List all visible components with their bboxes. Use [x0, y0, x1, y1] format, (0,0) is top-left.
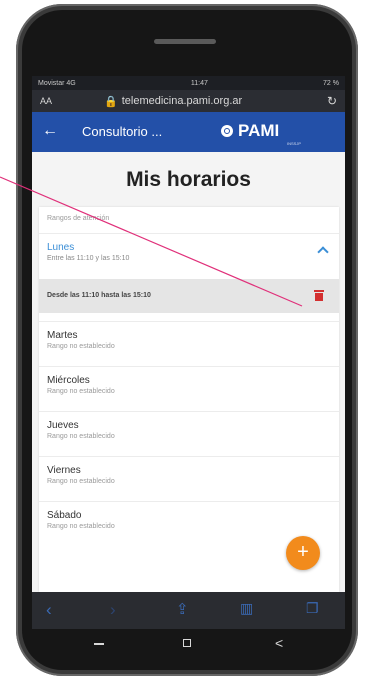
day-name: Martes [47, 330, 78, 341]
battery-text: 72 % [323, 79, 339, 87]
add-range-button[interactable]: + [286, 536, 320, 570]
day-item-martes[interactable]: Martes Rango no establecido [39, 321, 339, 363]
day-item-viernes[interactable]: Viernes Rango no establecido [39, 456, 339, 498]
day-name: Lunes [47, 242, 75, 253]
browser-toolbar: ‹ › ⇪ ▥ ❐ [32, 592, 345, 629]
day-subtitle: Rango no establecido [47, 523, 115, 530]
day-subtitle: Rango no establecido [47, 478, 115, 485]
pami-logo: PAMI [221, 121, 279, 141]
day-name: Viernes [47, 465, 81, 476]
android-nav-bar: < [0, 629, 372, 669]
header-title: Consultorio ... [82, 124, 163, 139]
day-item-sabado[interactable]: Sábado Rango no establecido [39, 501, 339, 543]
text-size-button[interactable]: AA [40, 96, 52, 106]
schedule-card: Rangos de atención Lunes Entre las 11:10… [39, 207, 339, 592]
status-bar: Movistar 4G 11:47 72 % [32, 76, 345, 90]
forward-icon[interactable]: › [110, 600, 116, 620]
back-button[interactable]: < [275, 635, 283, 651]
trash-icon[interactable] [314, 290, 324, 301]
day-subtitle: Rango no establecido [47, 343, 115, 350]
recents-button[interactable] [94, 635, 104, 645]
carrier-text: Movistar 4G [38, 79, 76, 87]
day-name: Jueves [47, 420, 79, 431]
home-button[interactable] [183, 635, 191, 647]
day-item-miercoles[interactable]: Miércoles Rango no establecido [39, 366, 339, 408]
tabs-icon[interactable]: ❐ [306, 600, 319, 617]
share-icon[interactable]: ⇪ [176, 600, 189, 618]
range-row: Desde las 11:10 hasta las 15:10 [39, 279, 339, 313]
page-title: Mis horarios [126, 168, 251, 191]
book-icon[interactable]: ▥ [240, 600, 253, 617]
url-text: telemedicina.pami.org.ar [121, 95, 243, 107]
phone-screen: Movistar 4G 11:47 72 % AA 🔒 telemedicina… [32, 76, 345, 629]
range-text: Desde las 11:10 hasta las 15:10 [47, 292, 151, 299]
day-subtitle: Entre las 11:10 y las 15:10 [47, 255, 130, 262]
day-name: Miércoles [47, 375, 90, 386]
day-subtitle: Rango no establecido [47, 388, 115, 395]
day-subtitle: Rango no establecido [47, 433, 115, 440]
browser-url-bar[interactable]: AA 🔒 telemedicina.pami.org.ar ↻ [32, 90, 345, 112]
card-header: Rangos de atención [47, 215, 110, 222]
clock: 11:47 [190, 79, 208, 87]
lock-icon: 🔒 [104, 95, 118, 108]
arrow-left-icon[interactable]: ← [42, 122, 58, 140]
app-header: ← Consultorio ... PAMI INSSJP [32, 112, 345, 152]
url-display[interactable]: 🔒 telemedicina.pami.org.ar [104, 95, 242, 108]
pami-logo-text: PAMI [238, 121, 280, 140]
pami-logo-subtext: INSSJP [287, 141, 302, 146]
main-content: Mis horarios Rangos de atención Lunes En… [32, 152, 345, 592]
day-item-jueves[interactable]: Jueves Rango no establecido [39, 411, 339, 453]
back-icon[interactable]: ‹ [46, 600, 52, 620]
pami-logo-icon [221, 125, 233, 137]
day-item-lunes[interactable]: Lunes Entre las 11:10 y las 15:10 [39, 233, 339, 279]
day-name: Sábado [47, 510, 82, 521]
chevron-up-icon[interactable] [317, 246, 329, 258]
reload-icon[interactable]: ↻ [327, 94, 337, 108]
speaker-grille [154, 39, 216, 44]
